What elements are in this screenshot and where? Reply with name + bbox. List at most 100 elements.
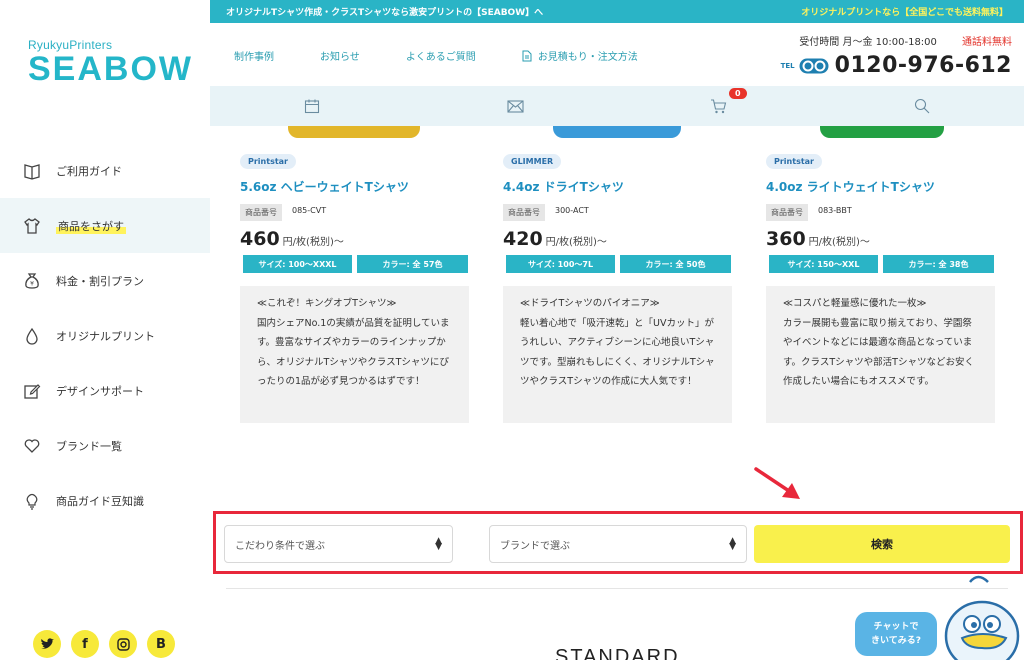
sidebar-item-label: オリジナルプリント: [56, 329, 155, 343]
bulb-icon: [22, 491, 42, 511]
condition-select-value: こだわり条件で選ぶ: [235, 540, 325, 552]
sidebar-item-search-products[interactable]: 商品をさがす: [0, 198, 210, 253]
instagram-icon[interactable]: [109, 630, 137, 658]
social-links: f B: [33, 630, 175, 658]
price-unit: 円/枚(税別)～: [282, 237, 344, 248]
sidebar-item-label: ご利用ガイド: [56, 164, 122, 178]
page: RyukyuPrinters SEABOW ご利用ガイド 商品をさがす ¥ 料金…: [0, 0, 1024, 660]
condition-select[interactable]: こだわり条件で選ぶ ▲ ▼: [224, 525, 453, 563]
color-tag: カラー: 全 57色: [357, 255, 468, 273]
quick-icon-bar: 0: [210, 86, 1024, 126]
announcement-text[interactable]: オリジナルTシャツ作成・クラスTシャツなら激安プリントの【SEABOW】へ: [226, 5, 543, 18]
price-value: 360: [766, 228, 806, 250]
price-unit: 円/枚(税別)～: [808, 237, 870, 248]
twitter-icon[interactable]: [33, 630, 61, 658]
phone-row[interactable]: TEL 0120-976-612: [781, 53, 1012, 78]
price-value: 420: [503, 228, 543, 250]
select-arrows-icon: ▲ ▼: [435, 536, 442, 552]
product-code-label: 商品番号: [240, 204, 282, 221]
logo-title: SEABOW: [28, 50, 193, 88]
product-image[interactable]: [288, 126, 420, 138]
size-tag: サイズ: 100〜XXXL: [243, 255, 352, 273]
product-description: ≪これぞ！キングオブTシャツ≫ 国内シェアNo.1の実績が品質を証明しています。…: [240, 286, 469, 423]
mail-button[interactable]: [414, 86, 618, 126]
mail-icon: [507, 99, 524, 113]
product-code-label: 商品番号: [503, 204, 545, 221]
announcement-bar: オリジナルTシャツ作成・クラスTシャツなら激安プリントの【SEABOW】へ オリ…: [210, 0, 1024, 23]
sidebar-item-guide[interactable]: ご利用ガイド: [0, 143, 210, 198]
color-tag: カラー: 全 50色: [620, 255, 731, 273]
select-arrows-icon: ▲ ▼: [729, 536, 736, 552]
sidebar-item-label: 料金・割引プラン: [56, 274, 144, 288]
chat-bubble-line: チャットで: [873, 622, 919, 632]
toll-free-label: 通話料無料: [962, 37, 1012, 48]
sidebar-item-brands[interactable]: ブランド一覧: [0, 418, 210, 473]
brand-select-value: ブランドで選ぶ: [500, 540, 570, 552]
sidebar-item-label: 商品をさがす: [56, 217, 126, 234]
sidebar-item-design-support[interactable]: デザインサポート: [0, 363, 210, 418]
product-name[interactable]: 4.4oz ドライTシャツ: [503, 178, 624, 195]
menu-item-works[interactable]: 制作事例: [234, 48, 274, 63]
search-submit-button[interactable]: 検索: [754, 525, 1010, 563]
sidebar-item-label: デザインサポート: [56, 384, 144, 398]
sidebar-item-product-tips[interactable]: 商品ガイド豆知識: [0, 473, 210, 528]
cart-button[interactable]: 0: [617, 86, 821, 126]
description-title: ≪これぞ！キングオブTシャツ≫: [257, 298, 397, 309]
description-title: ≪コスパと軽量感に優れた一枚≫: [783, 298, 927, 309]
edit-icon: [22, 381, 42, 401]
search-icon: [915, 98, 930, 114]
chat-bubble-line: きいてみる?: [871, 636, 921, 646]
product-price: 420 円/枚(税別)～: [503, 228, 607, 250]
sidebar-item-original-print[interactable]: オリジナルプリント: [0, 308, 210, 363]
logo[interactable]: RyukyuPrinters SEABOW: [28, 38, 193, 86]
brand-select[interactable]: ブランドで選ぶ ▲ ▼: [489, 525, 747, 563]
sidebar-nav: ご利用ガイド 商品をさがす ¥ 料金・割引プラン オリジナルプリント デザインサ…: [0, 143, 210, 528]
heart-icon: [22, 436, 42, 456]
price-value: 460: [240, 228, 280, 250]
size-tag: サイズ: 150〜XXL: [769, 255, 878, 273]
chat-mascot-icon[interactable]: [930, 574, 1024, 660]
product-search-box: こだわり条件で選ぶ ▲ ▼ ブランドで選ぶ ▲ ▼ 検索: [213, 511, 1023, 574]
contact-info: 受付時間 月～金 10:00-18:00 通話料無料 TEL 0120-976-…: [781, 30, 1012, 78]
free-dial-icon: [799, 58, 829, 73]
chat-bubble[interactable]: チャットで きいてみる?: [855, 612, 937, 656]
section-heading: STANDARD: [555, 646, 680, 660]
tshirt-icon: [22, 216, 42, 236]
annotation-arrow-icon: [754, 467, 800, 499]
menu-item-news[interactable]: お知らせ: [320, 48, 360, 63]
search-button[interactable]: [821, 86, 1024, 126]
menu-item-label: お見積もり・注文方法: [537, 52, 638, 63]
svg-text:¥: ¥: [30, 280, 34, 287]
product-price: 360 円/枚(税別)～: [766, 228, 870, 250]
calendar-button[interactable]: [210, 86, 414, 126]
product-description: ≪ドライTシャツのパイオニア≫ 軽い着心地で「吸汗速乾」と「UVカット」がうれし…: [503, 286, 732, 423]
product-image[interactable]: [820, 126, 944, 138]
cart-icon: [711, 98, 727, 113]
product-name[interactable]: 5.6oz ヘビーウェイトTシャツ: [240, 178, 409, 195]
free-shipping-text: オリジナルプリントなら【全国どこでも送料無料】: [801, 8, 1008, 18]
sidebar-item-pricing[interactable]: ¥ 料金・割引プラン: [0, 253, 210, 308]
description-body: 国内シェアNo.1の実績が品質を証明しています。豊富なサイズやカラーのラインナッ…: [257, 317, 450, 388]
sidebar: RyukyuPrinters SEABOW ご利用ガイド 商品をさがす ¥ 料金…: [0, 0, 210, 660]
brand-badge: Printstar: [766, 154, 822, 169]
product-name[interactable]: 4.0oz ライトウェイトTシャツ: [766, 178, 935, 195]
blog-icon[interactable]: B: [147, 630, 175, 658]
header-menu: 制作事例 お知らせ よくあるご質問 お見積もり・注文方法: [234, 48, 684, 63]
sidebar-item-label: 商品ガイド豆知識: [56, 494, 144, 508]
sidebar-item-label: ブランド一覧: [56, 439, 122, 453]
product-price: 460 円/枚(税別)～: [240, 228, 344, 250]
product-code: 083-BBT: [818, 206, 852, 215]
tel-label: TEL: [780, 61, 795, 70]
facebook-icon[interactable]: f: [71, 630, 99, 658]
product-code: 300-ACT: [555, 206, 589, 215]
business-hours: 受付時間 月～金 10:00-18:00: [799, 37, 937, 48]
header: 制作事例 お知らせ よくあるご質問 お見積もり・注文方法 受付時間 月～金 10…: [210, 23, 1024, 86]
product-image[interactable]: [553, 126, 681, 138]
cart-count-badge: 0: [729, 88, 747, 99]
menu-item-estimate[interactable]: お見積もり・注文方法: [522, 48, 638, 63]
product-code: 085-CVT: [292, 206, 327, 215]
document-icon: [522, 50, 532, 61]
description-title: ≪ドライTシャツのパイオニア≫: [520, 298, 660, 309]
price-unit: 円/枚(税別)～: [545, 237, 607, 248]
menu-item-faq[interactable]: よくあるご質問: [406, 48, 476, 63]
